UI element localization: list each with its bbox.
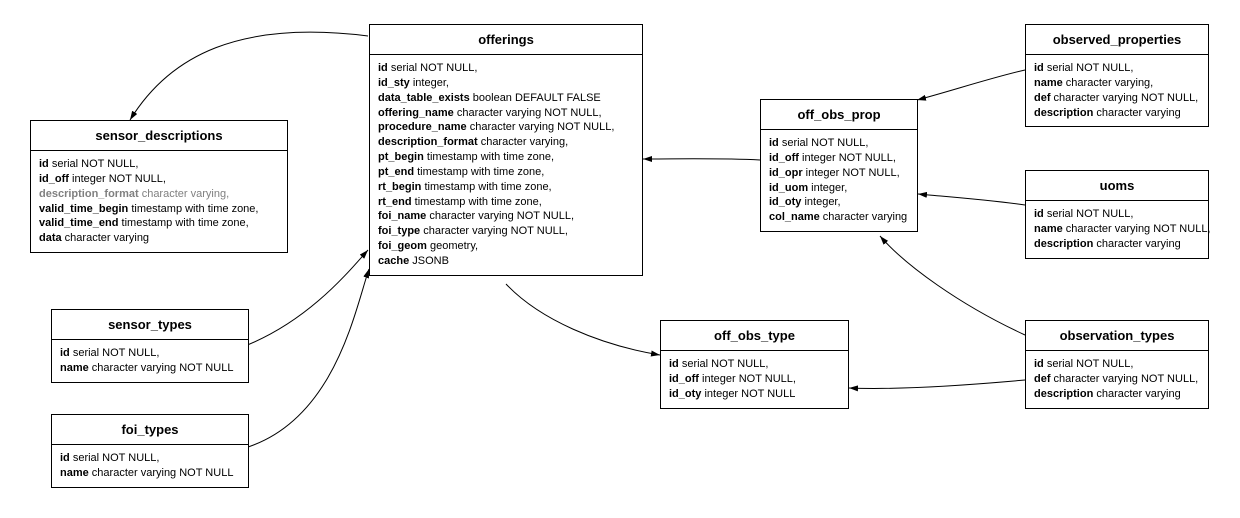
column-definition: description character varying <box>1034 106 1200 121</box>
column-definition: cache JSONB <box>378 254 634 269</box>
column-definition: id_oty integer, <box>769 195 909 210</box>
column-definition: id_off integer NOT NULL, <box>669 372 840 387</box>
entity-title: sensor_types <box>52 310 248 340</box>
column-definition: rt_begin timestamp with time zone, <box>378 180 634 195</box>
column-definition: id serial NOT NULL, <box>1034 61 1200 76</box>
column-definition: procedure_name character varying NOT NUL… <box>378 120 634 135</box>
column-definition: foi_name character varying NOT NULL, <box>378 209 634 224</box>
column-definition: id_uom integer, <box>769 181 909 196</box>
column-definition: id_opr integer NOT NULL, <box>769 166 909 181</box>
entity-columns: id serial NOT NULL,def character varying… <box>1026 351 1208 408</box>
column-definition: name character varying NOT NULL <box>60 466 240 481</box>
column-definition: description character varying <box>1034 387 1200 402</box>
column-definition: id serial NOT NULL, <box>769 136 909 151</box>
column-definition: def character varying NOT NULL, <box>1034 372 1200 387</box>
entity-title: observed_properties <box>1026 25 1208 55</box>
entity-observation-types: observation_types id serial NOT NULL,def… <box>1025 320 1209 409</box>
entity-columns: id serial NOT NULL,name character varyin… <box>52 340 248 382</box>
entity-columns: id serial NOT NULL,id_off integer NOT NU… <box>31 151 287 252</box>
column-definition: name character varying NOT NULL, <box>1034 222 1200 237</box>
column-definition: col_name character varying <box>769 210 909 225</box>
column-definition: rt_end timestamp with time zone, <box>378 195 634 210</box>
column-definition: id serial NOT NULL, <box>39 157 279 172</box>
entity-columns: id serial NOT NULL,name character varyin… <box>1026 201 1208 258</box>
column-definition: data character varying <box>39 231 279 246</box>
entity-offerings: offerings id serial NOT NULL,id_sty inte… <box>369 24 643 276</box>
column-definition: valid_time_begin timestamp with time zon… <box>39 202 279 217</box>
entity-title: uoms <box>1026 171 1208 201</box>
entity-columns: id serial NOT NULL,name character varyin… <box>52 445 248 487</box>
column-definition: name character varying NOT NULL <box>60 361 240 376</box>
entity-columns: id serial NOT NULL,id_sty integer,data_t… <box>370 55 642 275</box>
entity-observed-properties: observed_properties id serial NOT NULL,n… <box>1025 24 1209 127</box>
entity-columns: id serial NOT NULL,name character varyin… <box>1026 55 1208 126</box>
column-definition: id serial NOT NULL, <box>60 451 240 466</box>
entity-columns: id serial NOT NULL,id_off integer NOT NU… <box>761 130 917 231</box>
column-definition: pt_end timestamp with time zone, <box>378 165 634 180</box>
column-definition: valid_time_end timestamp with time zone, <box>39 216 279 231</box>
column-definition: id serial NOT NULL, <box>669 357 840 372</box>
column-definition: name character varying, <box>1034 76 1200 91</box>
entity-off-obs-prop: off_obs_prop id serial NOT NULL,id_off i… <box>760 99 918 232</box>
entity-title: off_obs_type <box>661 321 848 351</box>
column-definition: data_table_exists boolean DEFAULT FALSE <box>378 91 634 106</box>
column-definition: pt_begin timestamp with time zone, <box>378 150 634 165</box>
entity-title: observation_types <box>1026 321 1208 351</box>
entity-off-obs-type: off_obs_type id serial NOT NULL,id_off i… <box>660 320 849 409</box>
column-definition: offering_name character varying NOT NULL… <box>378 106 634 121</box>
column-definition: description_format character varying, <box>378 135 634 150</box>
entity-sensor-descriptions: sensor_descriptions id serial NOT NULL,i… <box>30 120 288 253</box>
entity-foi-types: foi_types id serial NOT NULL,name charac… <box>51 414 249 488</box>
column-definition: id serial NOT NULL, <box>1034 357 1200 372</box>
entity-title: sensor_descriptions <box>31 121 287 151</box>
column-definition: foi_geom geometry, <box>378 239 634 254</box>
column-definition: description_format character varying, <box>39 187 279 202</box>
entity-uoms: uoms id serial NOT NULL,name character v… <box>1025 170 1209 259</box>
column-definition: id_off integer NOT NULL, <box>769 151 909 166</box>
column-definition: id_sty integer, <box>378 76 634 91</box>
column-definition: def character varying NOT NULL, <box>1034 91 1200 106</box>
column-definition: id serial NOT NULL, <box>1034 207 1200 222</box>
column-definition: id serial NOT NULL, <box>60 346 240 361</box>
column-definition: id_oty integer NOT NULL <box>669 387 840 402</box>
entity-title: foi_types <box>52 415 248 445</box>
column-definition: foi_type character varying NOT NULL, <box>378 224 634 239</box>
column-definition: description character varying <box>1034 237 1200 252</box>
entity-sensor-types: sensor_types id serial NOT NULL,name cha… <box>51 309 249 383</box>
column-definition: id serial NOT NULL, <box>378 61 634 76</box>
entity-columns: id serial NOT NULL,id_off integer NOT NU… <box>661 351 848 408</box>
column-definition: id_off integer NOT NULL, <box>39 172 279 187</box>
entity-title: offerings <box>370 25 642 55</box>
entity-title: off_obs_prop <box>761 100 917 130</box>
